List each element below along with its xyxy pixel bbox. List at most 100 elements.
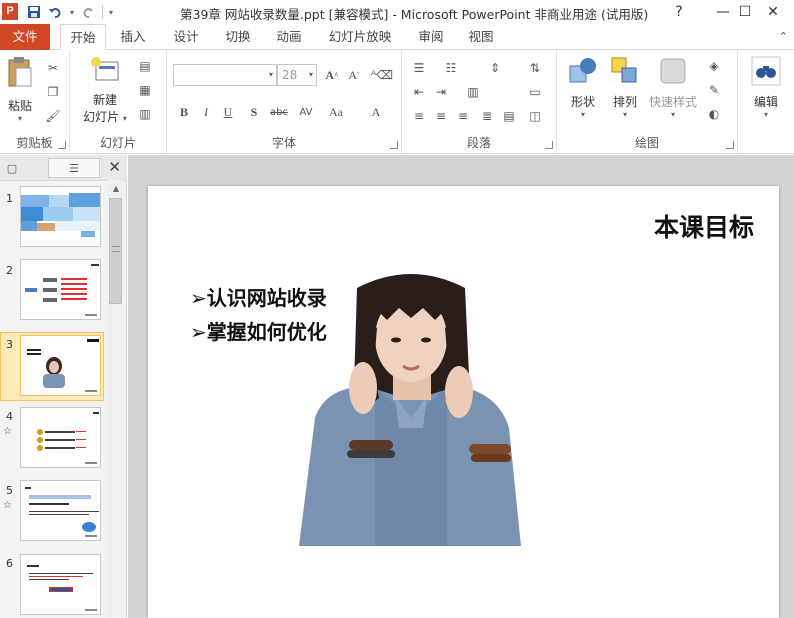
bold-icon[interactable]: B (175, 104, 193, 120)
tab-home[interactable]: 开始 (60, 24, 106, 51)
reset-icon[interactable]: ▦ (136, 82, 154, 98)
text-direction-icon[interactable]: ⇅ (526, 60, 544, 76)
new-slide-button[interactable]: 新建 幻灯片 ▾ (80, 56, 130, 125)
customize-qat-icon[interactable]: ▾ (109, 8, 113, 17)
quick-styles-button[interactable]: 快速样式 ▾ (645, 56, 701, 119)
decrease-indent-icon[interactable]: ⇤ (410, 84, 428, 100)
paragraph-group: ☰ ☷ ⇕ ⇅ ⇤ ⇥ ▥ ▭ ≡ ≡ ≡ ≣ ▤ ◫ 段落 (402, 50, 557, 154)
close-button[interactable]: ✕ (750, 0, 794, 24)
scroll-up-icon[interactable]: ▲ (110, 184, 122, 193)
numbering-icon[interactable]: ☷ (442, 60, 460, 76)
shapes-dropdown-icon: ▾ (580, 110, 585, 119)
thumb-number: 4 (6, 410, 13, 423)
arrange-button[interactable]: 排列 ▾ (605, 56, 645, 119)
align-left-icon[interactable]: ≡ (410, 108, 428, 124)
find-binoculars-icon (751, 56, 781, 86)
save-icon[interactable] (26, 4, 42, 20)
thumb-3-image (21, 336, 100, 395)
tab-slideshow[interactable]: 幻灯片放映 (322, 24, 398, 50)
shape-effects-icon[interactable]: ◐ (705, 106, 723, 122)
thumb-2-image (21, 260, 100, 319)
format-painter-icon[interactable]: 🖌 (44, 108, 62, 124)
thumb-number: 5 (6, 484, 13, 497)
thumb-1-image (21, 187, 100, 246)
powerpoint-app-icon[interactable]: P (2, 3, 18, 20)
thumb-5-image (21, 481, 100, 540)
tab-insert[interactable]: 插入 (110, 24, 156, 50)
slide-thumbnail-3-selected[interactable] (20, 335, 101, 396)
line-spacing-icon[interactable]: ⇕ (486, 60, 504, 76)
italic-icon[interactable]: I (197, 104, 215, 120)
drawing-launcher-icon[interactable] (726, 141, 734, 149)
increase-indent-icon[interactable]: ⇥ (432, 84, 450, 100)
align-right-icon[interactable]: ≡ (454, 108, 472, 124)
ribbon: 粘贴 ▾ ✂ ❐ 🖌 剪贴板 新建 幻灯片 ▾ ▤ ▦ ▥ 幻灯片 ▾ 28 ▾ … (0, 50, 794, 154)
distributed-icon[interactable]: ▤ (500, 108, 518, 124)
font-size-combo[interactable]: 28 ▾ (277, 64, 317, 86)
layout-icon[interactable]: ▤ (136, 58, 154, 74)
tab-design[interactable]: 设计 (163, 24, 209, 50)
shape-outline-icon[interactable]: ✎ (705, 82, 723, 98)
slide-thumbnail-2[interactable] (20, 259, 101, 320)
underline-icon[interactable]: U (219, 104, 237, 120)
slides-tab-icon[interactable]: ▢ (2, 158, 22, 178)
bullets-icon[interactable]: ☰ (410, 60, 428, 76)
clipboard-group: 粘贴 ▾ ✂ ❐ 🖌 剪贴板 (0, 50, 70, 154)
copy-icon[interactable]: ❐ (44, 84, 62, 100)
thumb-4-image (21, 408, 100, 467)
panel-header: ▢ ☰ ✕ (0, 155, 127, 181)
shape-fill-icon[interactable]: ◈ (705, 58, 723, 74)
clipboard-launcher-icon[interactable] (58, 141, 66, 149)
drawing-group: 形状 ▾ 排列 ▾ 快速样式 ▾ ◈ ✎ ◐ 绘图 (557, 50, 738, 154)
clear-formatting-icon[interactable]: ᴬ⌫ (371, 67, 393, 83)
section-icon[interactable]: ▥ (136, 106, 154, 122)
grow-font-icon[interactable]: A ^ (323, 67, 341, 83)
tab-view[interactable]: 视图 (458, 24, 504, 50)
tab-review[interactable]: 审阅 (408, 24, 454, 50)
convert-smartart-icon[interactable]: ◫ (526, 108, 544, 124)
outline-tab-icon[interactable]: ☰ (48, 158, 100, 178)
shapes-button[interactable]: 形状 ▾ (563, 56, 603, 119)
align-center-icon[interactable]: ≡ (432, 108, 450, 124)
shrink-font-icon[interactable]: Aˇ (345, 67, 363, 83)
editing-button[interactable]: 编辑 ▾ (746, 56, 786, 119)
slide-title[interactable]: 本课目标 (654, 208, 754, 244)
columns-icon[interactable]: ▥ (464, 84, 482, 100)
paste-dropdown-icon[interactable]: ▾ (4, 114, 36, 123)
font-launcher-icon[interactable] (390, 141, 398, 149)
editing-dropdown-icon: ▾ (763, 110, 768, 119)
thumb-6-image (21, 555, 100, 614)
change-case-icon[interactable]: Aa (325, 104, 347, 120)
new-slide-dropdown-icon[interactable]: ▾ (123, 114, 127, 123)
font-name-dropdown-icon: ▾ (268, 70, 273, 79)
align-text-icon[interactable]: ▭ (526, 84, 544, 100)
undo-dropdown-icon[interactable]: ▾ (70, 8, 74, 17)
paste-button[interactable]: 粘贴 ▾ (4, 56, 36, 123)
char-spacing-icon[interactable]: AV (295, 104, 317, 120)
scroll-grip-icon (112, 246, 120, 252)
help-button[interactable]: ? (656, 0, 702, 24)
slide-thumbnail-6[interactable] (20, 554, 101, 615)
current-slide[interactable]: 本课目标 ➢认识网站收录 ➢掌握如何优化 (148, 186, 779, 618)
slide-thumbnail-4[interactable] (20, 407, 101, 468)
thumb-number: 2 (6, 264, 13, 277)
girl-photo[interactable] (295, 268, 527, 546)
slide-thumbnail-1[interactable] (20, 186, 101, 247)
strikethrough-icon[interactable]: abc (267, 104, 291, 120)
tab-transitions[interactable]: 切换 (215, 24, 261, 50)
collapse-ribbon-icon[interactable]: ⌃ (779, 30, 788, 43)
paragraph-launcher-icon[interactable] (545, 141, 553, 149)
text-shadow-icon[interactable]: S (245, 104, 263, 120)
undo-icon[interactable] (48, 4, 64, 20)
slide-thumbnail-5[interactable] (20, 480, 101, 541)
cut-icon[interactable]: ✂ (44, 60, 62, 76)
quick-styles-icon (660, 58, 686, 84)
redo-icon[interactable] (80, 4, 96, 20)
tab-animations[interactable]: 动画 (266, 24, 312, 50)
justify-icon[interactable]: ≣ (478, 108, 496, 124)
tab-file[interactable]: 文件 (0, 24, 50, 50)
font-color-icon[interactable]: A (367, 104, 385, 120)
editing-group: 编辑 ▾ (738, 50, 794, 154)
font-name-combo[interactable]: ▾ (173, 64, 277, 86)
close-panel-icon[interactable]: ✕ (108, 158, 121, 176)
